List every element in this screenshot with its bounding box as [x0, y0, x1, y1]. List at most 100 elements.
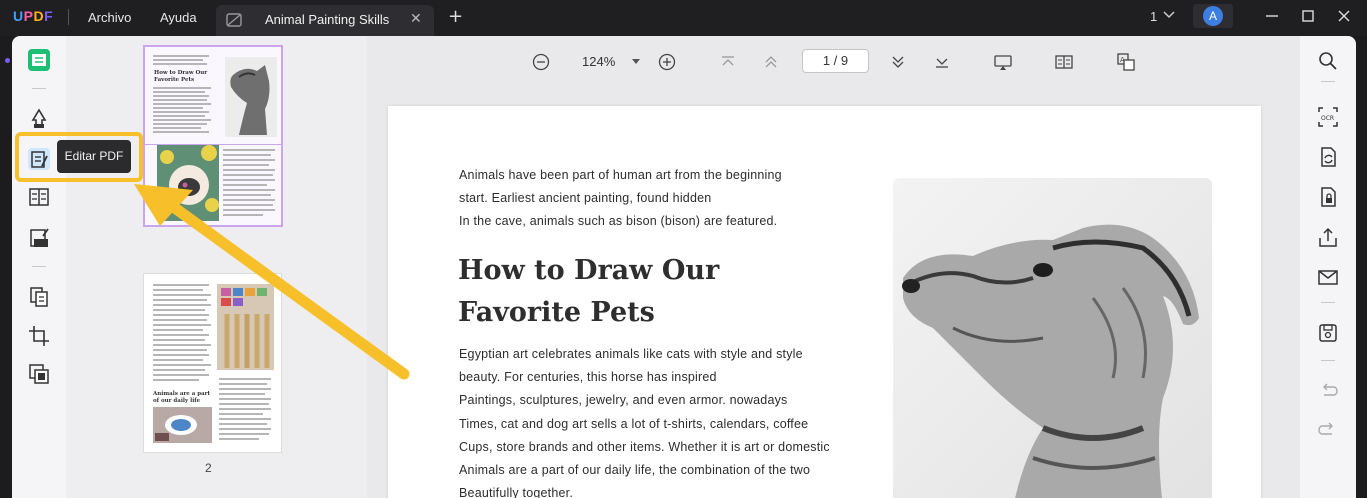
- text-line: [153, 374, 209, 376]
- layers-icon[interactable]: [28, 363, 50, 385]
- svg-text:OCR: OCR: [1321, 115, 1334, 122]
- text-line: [223, 174, 273, 176]
- heading-line: Favorite Pets: [458, 297, 655, 328]
- presentation-icon[interactable]: [994, 53, 1012, 71]
- right-toolbar: OCR: [1300, 36, 1356, 498]
- page-number-input[interactable]: 1 / 9: [802, 49, 869, 73]
- divider: [32, 266, 46, 267]
- text-line: [153, 63, 207, 65]
- viewer-toolbar: 124% 1 / 9 A: [367, 36, 1300, 88]
- first-page-icon[interactable]: [719, 53, 737, 71]
- minimize-icon[interactable]: [1264, 8, 1280, 24]
- document-heading[interactable]: How to Draw Our Favorite Pets: [458, 250, 719, 334]
- text-line: [153, 284, 209, 286]
- text-line: [153, 339, 205, 341]
- protect-icon[interactable]: [1318, 187, 1338, 207]
- menu-archivo[interactable]: Archivo: [88, 10, 131, 25]
- form-icon[interactable]: [28, 186, 50, 208]
- text-line: [223, 204, 273, 206]
- text-line: [153, 111, 209, 113]
- new-tab-icon[interactable]: +: [448, 6, 463, 27]
- updf-logo: UPDF: [13, 8, 54, 24]
- left-toolbar: [12, 36, 66, 498]
- zoom-level[interactable]: 124%: [582, 54, 615, 69]
- text-line: [223, 194, 271, 196]
- zoom-dropdown-icon[interactable]: [632, 59, 640, 64]
- undo-icon[interactable]: [1318, 381, 1338, 401]
- text-line: [153, 87, 211, 89]
- text-line: [153, 299, 207, 301]
- text-line: Paintings, sculptures, jewelry, and even…: [459, 393, 788, 408]
- zoom-in-icon[interactable]: [658, 53, 676, 71]
- save-icon[interactable]: [1318, 323, 1338, 343]
- thumbnail-heading: Animals are a part of our daily life: [153, 391, 211, 404]
- body-paragraph[interactable]: Egyptian art celebrates animals like cat…: [459, 343, 830, 498]
- page-layout-icon[interactable]: [1055, 53, 1073, 71]
- divider: [68, 9, 69, 25]
- dog-sketch-drawing: [902, 224, 1199, 498]
- indicator-dot: [5, 58, 10, 63]
- last-page-icon[interactable]: [933, 53, 951, 71]
- text-line: In the cave, animals such as bison (biso…: [459, 214, 778, 229]
- convert-icon[interactable]: [1318, 147, 1338, 167]
- divider: [1321, 81, 1335, 82]
- thumbnail-title: How to Draw Our Favorite Pets: [154, 70, 208, 83]
- close-window-icon[interactable]: [1336, 8, 1352, 24]
- previous-page-icon[interactable]: [762, 53, 780, 71]
- text-line: [153, 369, 205, 371]
- organize-pages-icon[interactable]: [28, 286, 50, 308]
- text-line: [219, 433, 269, 435]
- sign-icon[interactable]: [28, 227, 50, 249]
- close-tab-icon[interactable]: ✕: [410, 11, 422, 27]
- cat-painting-thumbnail: [157, 145, 219, 221]
- intro-paragraph[interactable]: Animals have been part of human art from…: [459, 164, 782, 234]
- text-line: [223, 189, 275, 191]
- redo-icon[interactable]: [1318, 420, 1338, 440]
- text-line: [153, 329, 203, 331]
- account-button[interactable]: A: [1193, 4, 1233, 28]
- dog-sketch-image[interactable]: [893, 178, 1212, 498]
- text-line: [219, 403, 269, 405]
- crop-icon[interactable]: [28, 325, 50, 347]
- edit-pdf-tooltip: Editar PDF: [57, 140, 131, 173]
- page-thumbnail-1[interactable]: How to Draw Our Favorite Pets: [143, 45, 283, 227]
- brushes-thumbnail: [217, 284, 274, 370]
- text-line: [223, 149, 275, 151]
- reader-icon[interactable]: [28, 49, 50, 71]
- text-line: [223, 159, 275, 161]
- text-line: [223, 199, 275, 201]
- text-line: [153, 324, 211, 326]
- divider: [1321, 360, 1335, 361]
- menu-ayuda[interactable]: Ayuda: [160, 10, 197, 25]
- pdf-page[interactable]: Animals have been part of human art from…: [388, 106, 1261, 498]
- text-line: Times, cat and dog art sells a lot of t-…: [459, 416, 809, 431]
- ocr-icon[interactable]: OCR: [1318, 107, 1338, 127]
- text-line: [153, 99, 207, 101]
- text-line: start. Earliest ancient painting, found …: [459, 191, 712, 206]
- text-line: [219, 383, 267, 385]
- page-thumbnail-2[interactable]: Animals are a part of our daily life: [143, 273, 282, 453]
- text-line: [219, 393, 265, 395]
- comment-icon[interactable]: [28, 108, 50, 130]
- page-number-label: 2: [205, 461, 212, 475]
- maximize-icon[interactable]: [1300, 8, 1316, 24]
- window-count[interactable]: 1: [1150, 9, 1157, 24]
- text-line: Beautifully together.: [459, 486, 573, 498]
- document-tab[interactable]: Animal Painting Skills ✕: [216, 5, 434, 36]
- next-page-icon[interactable]: [889, 53, 907, 71]
- email-icon[interactable]: [1318, 267, 1338, 287]
- search-icon[interactable]: [1318, 51, 1338, 71]
- document-viewer[interactable]: 124% 1 / 9 A Animals have been part of h…: [367, 36, 1300, 498]
- chevron-down-icon[interactable]: [1163, 10, 1175, 20]
- text-line: [223, 184, 267, 186]
- text-line: [223, 214, 263, 216]
- text-line: [219, 413, 263, 415]
- text-line: [153, 55, 209, 57]
- text-line: [223, 169, 275, 171]
- translate-icon[interactable]: A: [1117, 53, 1135, 71]
- zoom-out-icon[interactable]: [532, 53, 550, 71]
- text-line: Animals are a part of our daily life, th…: [459, 463, 811, 478]
- text-line: [153, 379, 199, 381]
- text-line: [153, 103, 211, 105]
- share-icon[interactable]: [1318, 227, 1338, 247]
